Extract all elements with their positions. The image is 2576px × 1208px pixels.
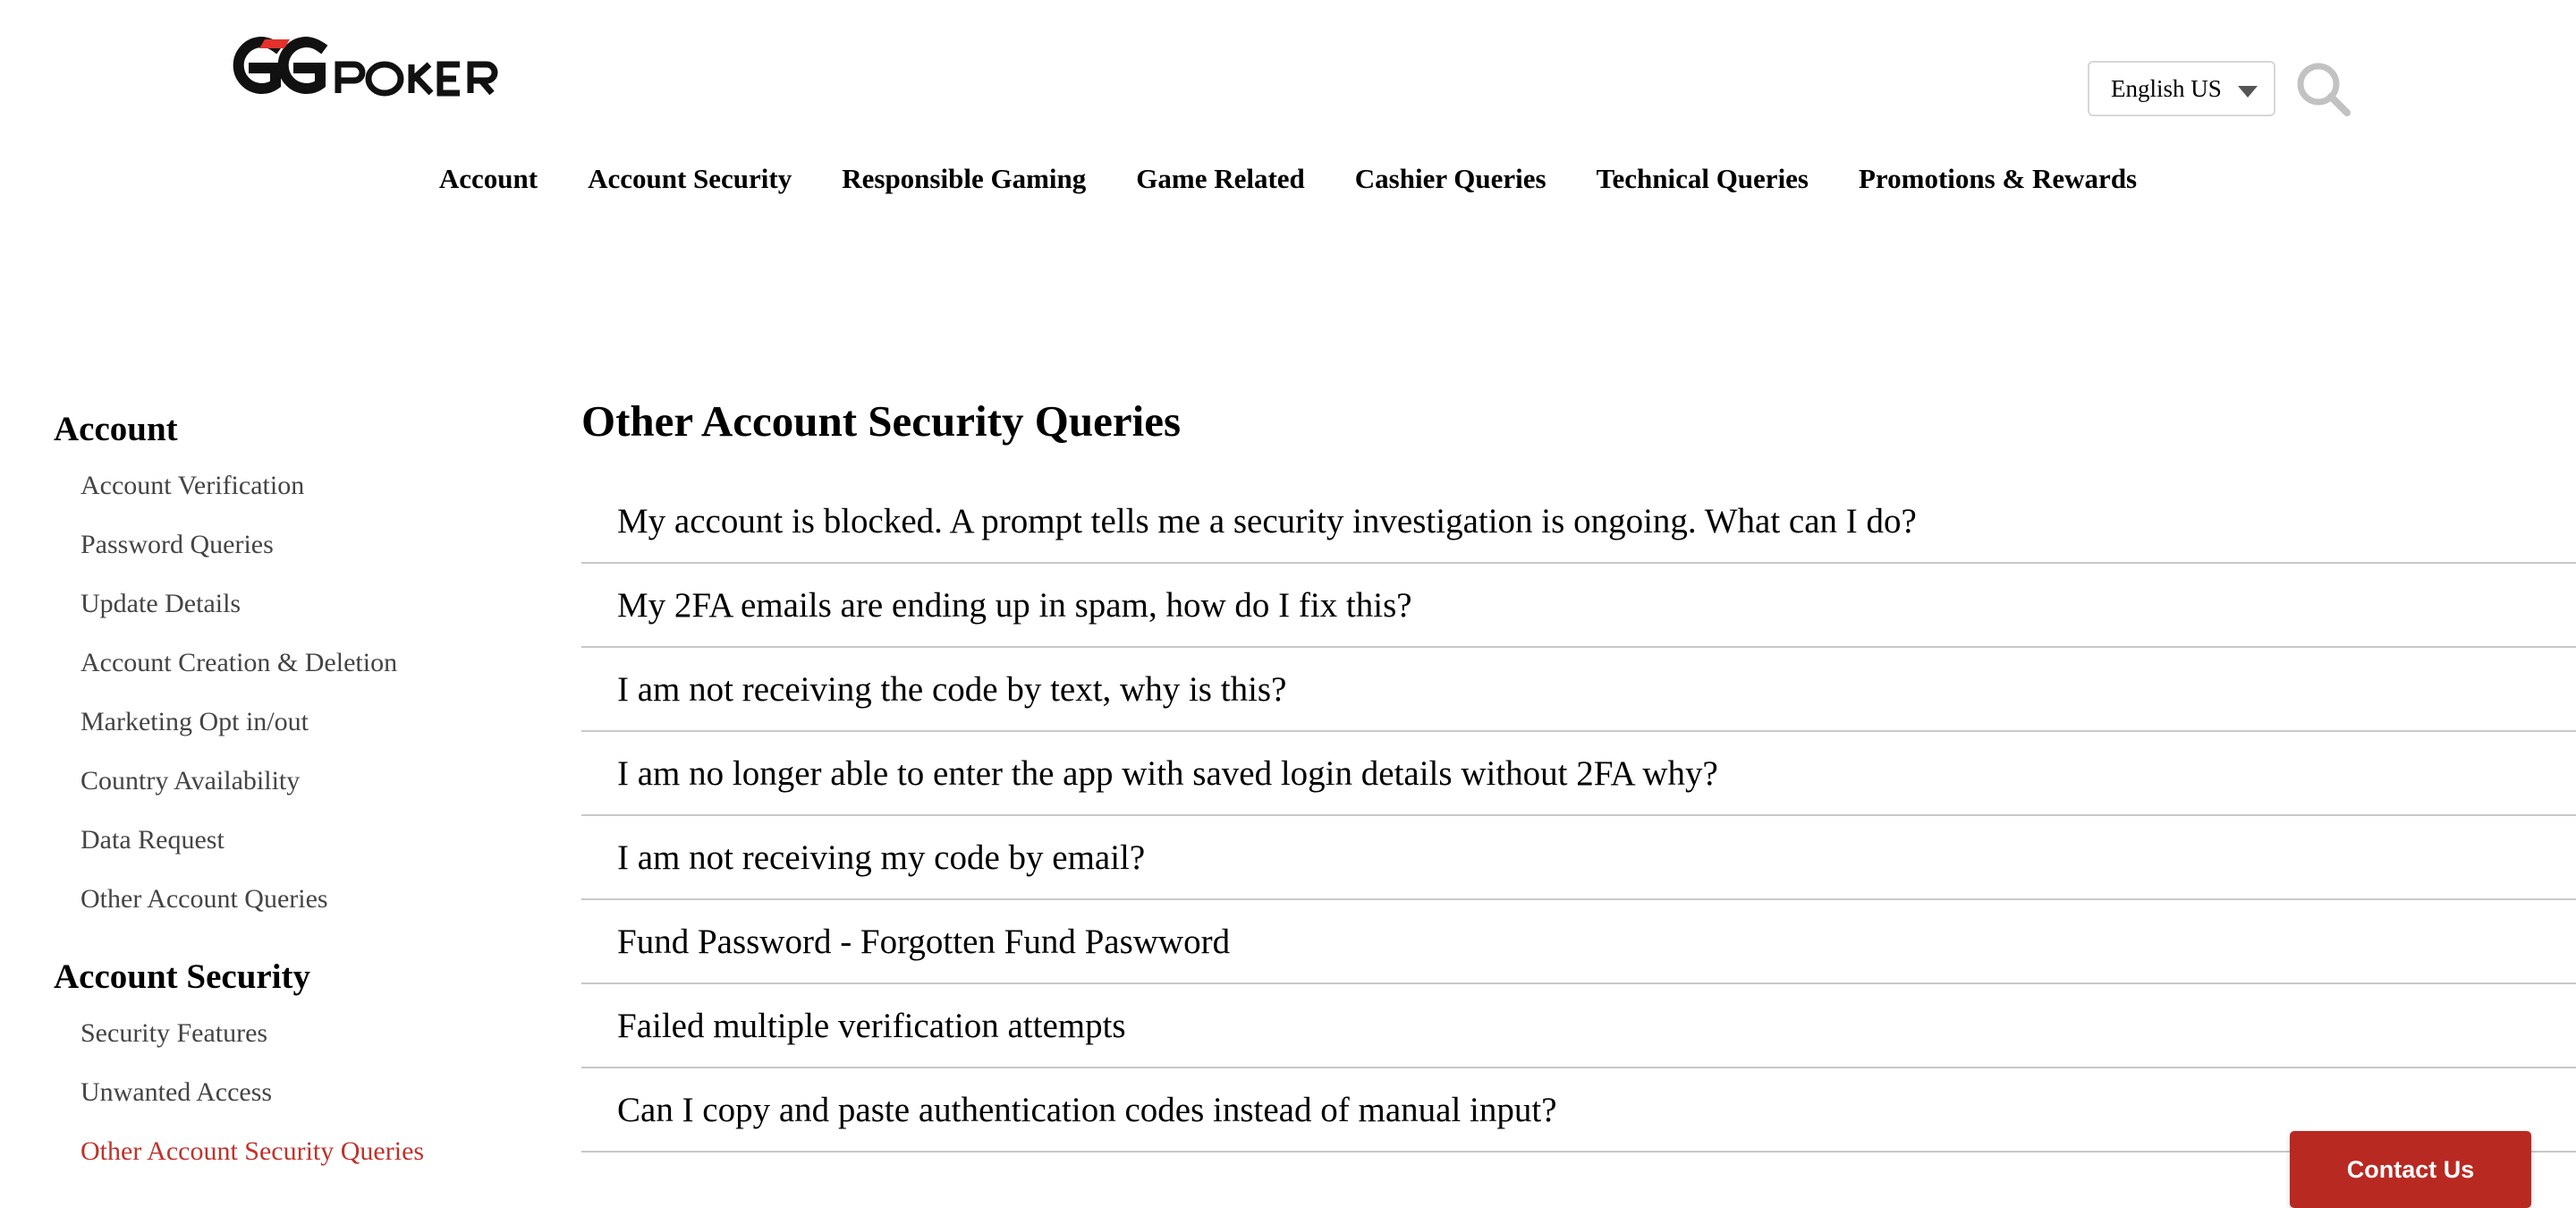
search-button[interactable] [2293, 59, 2354, 120]
sidebar-item-data-request[interactable]: Data Request [54, 811, 519, 870]
sidebar-item-marketing-opt[interactable]: Marketing Opt in/out [54, 693, 519, 752]
chevron-down-icon [2238, 86, 2258, 98]
topnav-account-security[interactable]: Account Security [588, 163, 792, 195]
sidebar-heading-account-security[interactable]: Account Security [54, 950, 519, 1004]
sidebar-item-country-availability[interactable]: Country Availability [54, 752, 519, 811]
sidebar-heading-account[interactable]: Account [54, 403, 519, 456]
faq-item[interactable]: I am not receiving the code by text, why… [581, 648, 2576, 732]
sidebar-item-update-details[interactable]: Update Details [54, 574, 519, 634]
sidebar-item-other-account-queries[interactable]: Other Account Queries [54, 870, 519, 929]
sidebar-item-account-creation-deletion[interactable]: Account Creation & Deletion [54, 634, 519, 693]
faq-item[interactable]: My account is blocked. A prompt tells me… [581, 480, 2576, 564]
topnav-promotions-rewards[interactable]: Promotions & Rewards [1859, 163, 2137, 195]
faq-item[interactable]: Can I copy and paste authentication code… [581, 1068, 2576, 1153]
faq-list: My account is blocked. A prompt tells me… [581, 480, 2576, 1153]
ggpoker-logo[interactable] [225, 36, 526, 104]
topnav-account[interactable]: Account [439, 163, 538, 195]
topnav-cashier-queries[interactable]: Cashier Queries [1355, 163, 1546, 195]
topnav-game-related[interactable]: Game Related [1136, 163, 1305, 195]
top-navigation: Account Account Security Responsible Gam… [0, 159, 2576, 199]
sidebar-list-account-security: Security Features Unwanted Access Other … [54, 1004, 519, 1181]
faq-item[interactable]: I am no longer able to enter the app wit… [581, 732, 2576, 816]
faq-item[interactable]: Failed multiple verification attempts [581, 984, 2576, 1068]
faq-item[interactable]: Fund Password - Forgotten Fund Paswword [581, 900, 2576, 984]
faq-content: Other Account Security Queries My accoun… [581, 387, 2576, 1153]
faq-item[interactable]: I am not receiving my code by email? [581, 816, 2576, 900]
category-sidebar: Account Account Verification Password Qu… [54, 403, 519, 1181]
page-title: Other Account Security Queries [581, 396, 1182, 446]
topnav-technical-queries[interactable]: Technical Queries [1597, 163, 1809, 195]
faq-item[interactable]: My 2FA emails are ending up in spam, how… [581, 564, 2576, 648]
language-select-value: English US [2111, 74, 2222, 102]
sidebar-item-security-features[interactable]: Security Features [54, 1004, 519, 1063]
search-icon [2297, 63, 2351, 116]
sidebar-list-account: Account Verification Password Queries Up… [54, 456, 519, 929]
topnav-responsible-gaming[interactable]: Responsible Gaming [842, 163, 1086, 195]
sidebar-item-password-queries[interactable]: Password Queries [54, 515, 519, 574]
sidebar-item-other-account-security-queries[interactable]: Other Account Security Queries [54, 1122, 519, 1181]
sidebar-item-account-verification[interactable]: Account Verification [54, 456, 519, 515]
language-select[interactable]: English US [2088, 61, 2275, 116]
contact-us-button[interactable]: Contact Us [2290, 1131, 2531, 1208]
sidebar-item-unwanted-access[interactable]: Unwanted Access [54, 1063, 519, 1122]
